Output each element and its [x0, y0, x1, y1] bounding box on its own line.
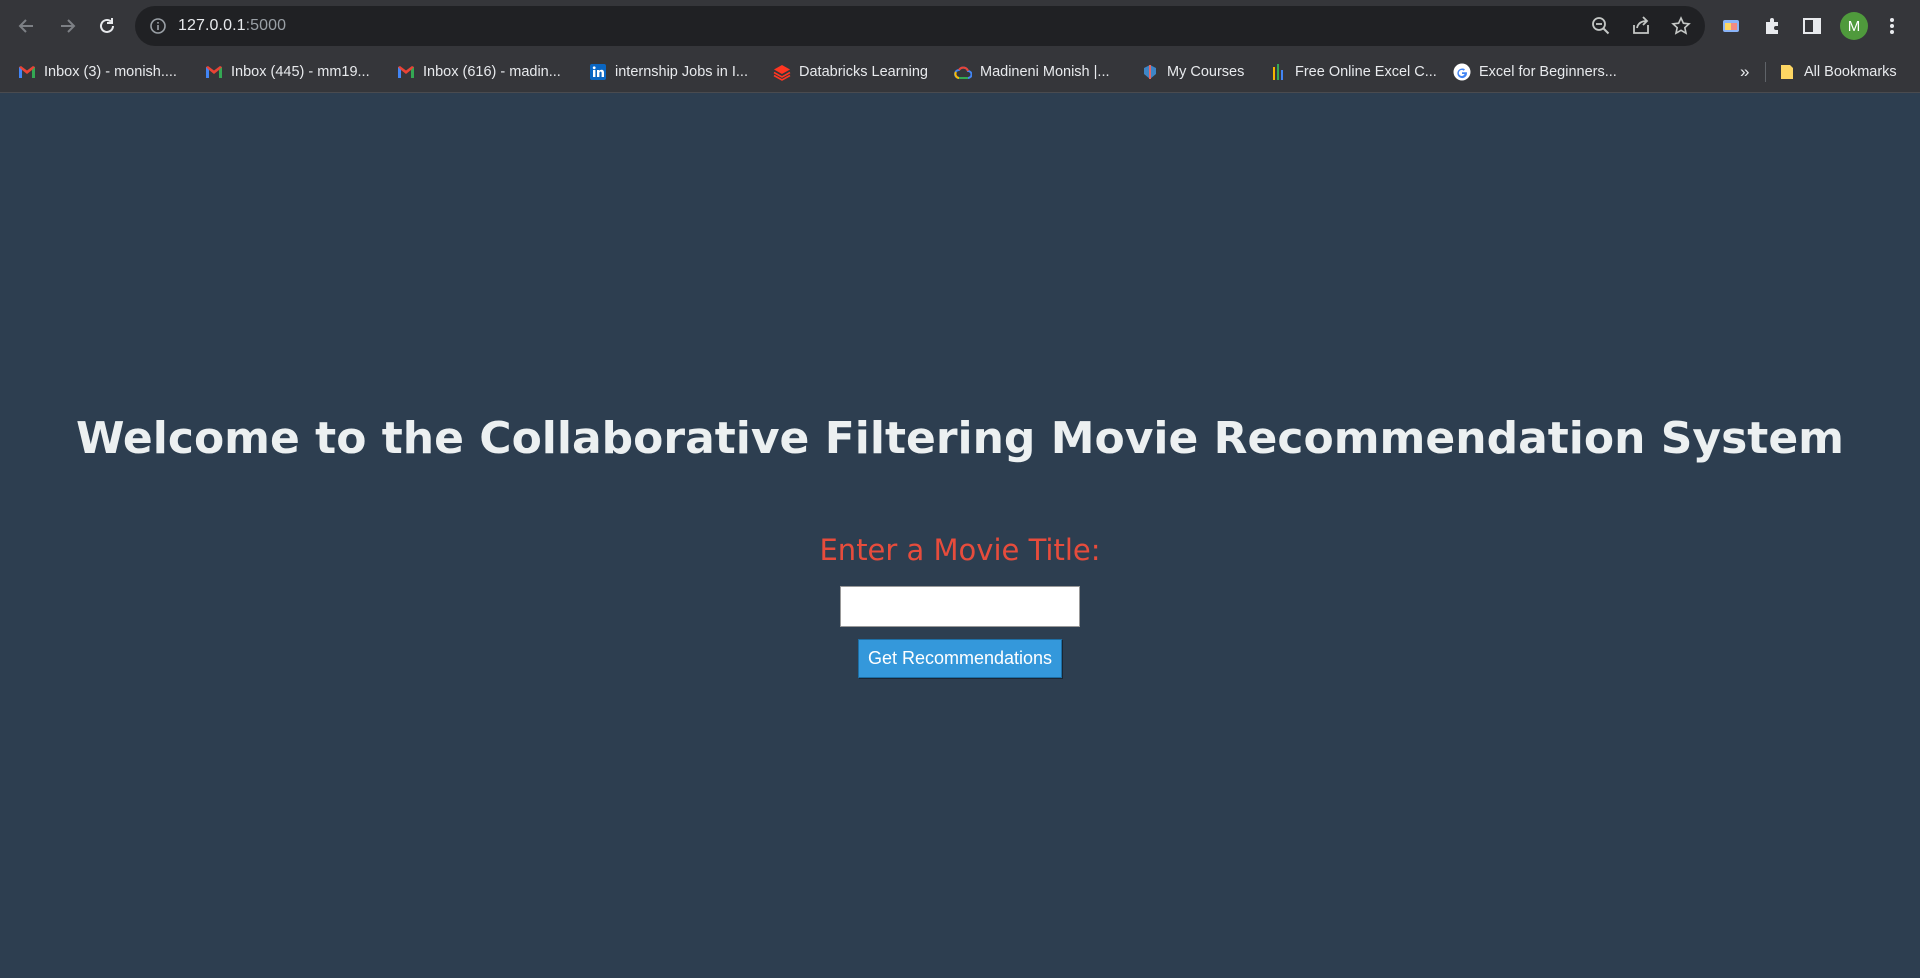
get-recommendations-button[interactable]: Get Recommendations — [858, 639, 1062, 678]
gmail-icon — [205, 63, 223, 81]
arrow-left-icon — [18, 19, 33, 33]
bookmark-label: Inbox (616) - madin... — [423, 64, 561, 80]
gmail-icon — [397, 63, 415, 81]
bookmarks-divider — [1765, 62, 1766, 82]
all-bookmarks-label: All Bookmarks — [1804, 64, 1897, 80]
bookmark-label: Databricks Learning — [799, 64, 928, 80]
bookmark-item[interactable]: Madineni Monish |... — [954, 60, 1110, 84]
forward-button[interactable] — [51, 10, 83, 42]
bookmark-label: Inbox (445) - mm19... — [231, 64, 370, 80]
bookmarks-bar: Inbox (3) - monish.... Inbox (445) - mm1… — [0, 52, 1920, 93]
bookmark-item[interactable]: Inbox (445) - mm19... — [205, 60, 370, 84]
all-bookmarks-button[interactable]: All Bookmarks — [1778, 60, 1897, 84]
more-menu-icon[interactable] — [1880, 14, 1904, 38]
page-content: Welcome to the Collaborative Filtering M… — [0, 93, 1920, 978]
bookmarks-overflow-button[interactable]: » — [1740, 60, 1749, 84]
databricks-icon — [773, 63, 791, 81]
bookmark-item[interactable]: Databricks Learning — [773, 60, 928, 84]
back-button[interactable] — [11, 10, 43, 42]
linkedin-icon — [589, 63, 607, 81]
movie-title-input[interactable] — [840, 586, 1080, 627]
site-info-icon[interactable] — [149, 17, 167, 40]
page-title: Welcome to the Collaborative Filtering M… — [75, 413, 1845, 464]
excel-chart-icon — [1269, 63, 1287, 81]
movie-title-label: Enter a Movie Title: — [819, 533, 1101, 567]
google-icon — [1453, 63, 1471, 81]
reload-icon — [100, 18, 114, 33]
extension-app-icon[interactable] — [1719, 14, 1743, 38]
bookmark-item[interactable]: Free Online Excel C... — [1269, 60, 1437, 84]
folder-icon — [1778, 63, 1796, 81]
gmail-icon — [18, 63, 36, 81]
bookmark-item[interactable]: Inbox (3) - monish.... — [18, 60, 177, 84]
bookmark-label: Free Online Excel C... — [1295, 64, 1437, 80]
profile-avatar[interactable]: M — [1840, 12, 1868, 40]
url-host: 127.0.0.1 — [178, 17, 246, 34]
arrow-right-icon — [61, 19, 76, 33]
url-text[interactable]: 127.0.0.1:5000 — [178, 17, 286, 35]
bookmark-label: internship Jobs in I... — [615, 64, 748, 80]
address-bar[interactable]: 127.0.0.1:5000 — [135, 6, 1705, 46]
bookmark-item[interactable]: internship Jobs in I... — [589, 60, 748, 84]
reload-button[interactable] — [91, 10, 123, 42]
bookmark-label: Inbox (3) - monish.... — [44, 64, 177, 80]
side-panel-icon[interactable] — [1800, 14, 1824, 38]
courses-icon — [1141, 63, 1159, 81]
bookmark-label: Excel for Beginners... — [1479, 64, 1617, 80]
bookmark-item[interactable]: Inbox (616) - madin... — [397, 60, 561, 84]
bookmark-star-icon[interactable] — [1670, 15, 1692, 37]
bookmark-item[interactable]: Excel for Beginners... — [1453, 60, 1617, 84]
overflow-chevron: » — [1740, 62, 1750, 81]
puzzle-extensions-icon[interactable] — [1760, 14, 1784, 38]
avatar-letter: M — [1847, 17, 1861, 35]
bookmark-label: My Courses — [1167, 64, 1245, 80]
google-cloud-icon — [954, 63, 972, 81]
share-icon[interactable] — [1630, 15, 1652, 37]
browser-toolbar: 127.0.0.1:5000 M — [0, 0, 1920, 52]
bookmark-item[interactable]: My Courses — [1141, 60, 1244, 84]
bookmark-label: Madineni Monish |... — [980, 64, 1110, 80]
url-port: :5000 — [245, 17, 287, 34]
zoom-icon[interactable] — [1590, 15, 1612, 37]
